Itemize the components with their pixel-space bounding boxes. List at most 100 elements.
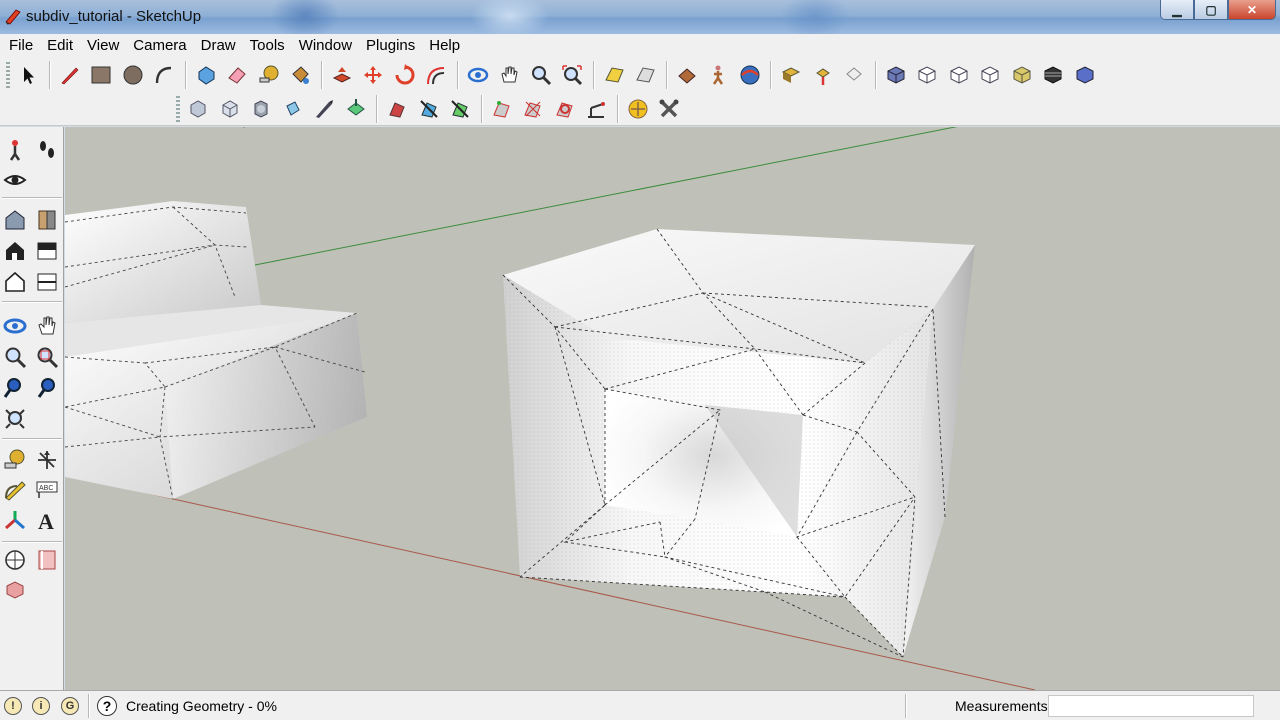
tape-left-button[interactable] bbox=[0, 445, 30, 475]
user-account-icon[interactable]: G bbox=[61, 697, 79, 715]
orbit-tool-button[interactable] bbox=[463, 60, 493, 90]
line-tool-button[interactable] bbox=[55, 60, 85, 90]
credits-icon[interactable]: i bbox=[32, 697, 50, 715]
top-view-button[interactable] bbox=[912, 60, 942, 90]
extrude-face-button[interactable] bbox=[278, 94, 308, 124]
position-camera-button[interactable] bbox=[672, 60, 702, 90]
previous-left-button[interactable] bbox=[0, 373, 30, 403]
pan-tool-button[interactable] bbox=[494, 60, 524, 90]
subdivide-button[interactable] bbox=[183, 94, 213, 124]
section-plane-button[interactable] bbox=[0, 205, 30, 235]
select-tool-button[interactable] bbox=[13, 60, 43, 90]
svg-text:A: A bbox=[38, 509, 54, 532]
fredo-tool3-icon bbox=[451, 100, 469, 118]
geo-location-icon[interactable]: ! bbox=[4, 697, 22, 715]
axes-icon bbox=[38, 451, 56, 469]
share-component-button[interactable] bbox=[839, 60, 869, 90]
vertex-tool2-button[interactable] bbox=[518, 94, 548, 124]
crease-button[interactable] bbox=[246, 94, 276, 124]
zoom-extents-left-button[interactable] bbox=[0, 404, 30, 434]
make-component-button[interactable] bbox=[191, 60, 221, 90]
share-model-button[interactable] bbox=[808, 60, 838, 90]
dynamic-component-button[interactable] bbox=[0, 575, 30, 605]
menu-camera[interactable]: Camera bbox=[126, 34, 193, 58]
model-viewport[interactable] bbox=[65, 127, 1280, 690]
left-view-button[interactable] bbox=[1038, 60, 1068, 90]
menu-bar: File Edit View Camera Draw Tools Window … bbox=[0, 34, 1280, 58]
footsteps-button[interactable] bbox=[32, 135, 62, 165]
subdivided-cube[interactable] bbox=[502, 228, 975, 658]
push-pull-button[interactable] bbox=[327, 60, 357, 90]
component-options-button[interactable] bbox=[0, 545, 30, 575]
knife-button[interactable] bbox=[309, 94, 339, 124]
measurements-input[interactable] bbox=[1048, 695, 1254, 717]
maximize-button[interactable]: ▢ bbox=[1194, 0, 1228, 20]
close-button[interactable]: ✕ bbox=[1228, 0, 1276, 20]
section-fill-button[interactable] bbox=[32, 236, 62, 266]
menu-window[interactable]: Window bbox=[292, 34, 359, 58]
menu-edit[interactable]: Edit bbox=[40, 34, 80, 58]
zoom-window-button[interactable] bbox=[32, 342, 62, 372]
vertex-tool1-button[interactable] bbox=[487, 94, 517, 124]
previous-view-button[interactable] bbox=[599, 60, 629, 90]
next-left-button[interactable] bbox=[32, 373, 62, 403]
menu-tools[interactable]: Tools bbox=[243, 34, 292, 58]
walk-tool-button[interactable] bbox=[703, 60, 733, 90]
get-models-button[interactable] bbox=[776, 60, 806, 90]
minimize-button[interactable]: ▁ bbox=[1160, 0, 1194, 20]
plugins-toolbar bbox=[174, 94, 686, 124]
vertex-tool3-button[interactable] bbox=[550, 94, 580, 124]
help-icon[interactable]: ? bbox=[97, 696, 117, 716]
tools-button[interactable] bbox=[654, 94, 684, 124]
vertex-tool4-button[interactable] bbox=[581, 94, 611, 124]
smooth-button[interactable] bbox=[341, 94, 371, 124]
section-cut-button[interactable] bbox=[32, 267, 62, 297]
3d-text-button[interactable]: A bbox=[32, 505, 62, 535]
look-around-button[interactable] bbox=[735, 60, 765, 90]
vertex-tool2-icon bbox=[524, 101, 541, 118]
front-view-button[interactable] bbox=[944, 60, 974, 90]
sun-button[interactable] bbox=[623, 94, 653, 124]
section-display-button[interactable] bbox=[32, 205, 62, 235]
rectangle-tool-button[interactable] bbox=[86, 60, 116, 90]
protractor-button[interactable] bbox=[0, 475, 30, 505]
fredo-tool3-button[interactable] bbox=[445, 94, 475, 124]
walk-left-button[interactable] bbox=[0, 135, 30, 165]
subdivide-smooth-button[interactable] bbox=[215, 94, 245, 124]
zoom-extents-button[interactable] bbox=[557, 60, 587, 90]
bottom-view-button[interactable] bbox=[1070, 60, 1100, 90]
fredo-tool2-button[interactable] bbox=[414, 94, 444, 124]
left-block[interactable] bbox=[65, 201, 367, 500]
axes-button[interactable] bbox=[32, 445, 62, 475]
look-around-left-button[interactable] bbox=[0, 165, 30, 195]
right-view-button[interactable] bbox=[975, 60, 1005, 90]
zoom-left-button[interactable] bbox=[0, 342, 30, 372]
pan-left-button[interactable] bbox=[32, 311, 62, 341]
next-view-button[interactable] bbox=[630, 60, 660, 90]
menu-file[interactable]: File bbox=[2, 34, 40, 58]
arc-tool-button[interactable] bbox=[149, 60, 179, 90]
menu-draw[interactable]: Draw bbox=[194, 34, 243, 58]
menu-plugins[interactable]: Plugins bbox=[359, 34, 422, 58]
house-solid-button[interactable] bbox=[0, 236, 30, 266]
orbit-left-button[interactable] bbox=[0, 311, 30, 341]
fredo-tool1-button[interactable] bbox=[382, 94, 412, 124]
paint-bucket-button[interactable] bbox=[285, 60, 315, 90]
outliner-button[interactable] bbox=[32, 545, 62, 575]
circle-tool-button[interactable] bbox=[118, 60, 148, 90]
sketchup-app-icon[interactable] bbox=[4, 7, 22, 25]
eraser-tool-button[interactable] bbox=[222, 60, 252, 90]
back-view-button[interactable] bbox=[1007, 60, 1037, 90]
close-icon: ✕ bbox=[1246, 2, 1258, 17]
house-outline-button[interactable] bbox=[0, 267, 30, 297]
iso-view-button[interactable] bbox=[881, 60, 911, 90]
rotate-tool-button[interactable] bbox=[390, 60, 420, 90]
offset-tool-button[interactable] bbox=[421, 60, 451, 90]
menu-view[interactable]: View bbox=[80, 34, 126, 58]
axes-tool-button[interactable] bbox=[0, 505, 30, 535]
tape-measure-button[interactable] bbox=[254, 60, 284, 90]
zoom-tool-button[interactable] bbox=[526, 60, 556, 90]
menu-help[interactable]: Help bbox=[422, 34, 467, 58]
move-tool-button[interactable] bbox=[358, 60, 388, 90]
text-tool-button[interactable]: ABC bbox=[32, 475, 62, 505]
